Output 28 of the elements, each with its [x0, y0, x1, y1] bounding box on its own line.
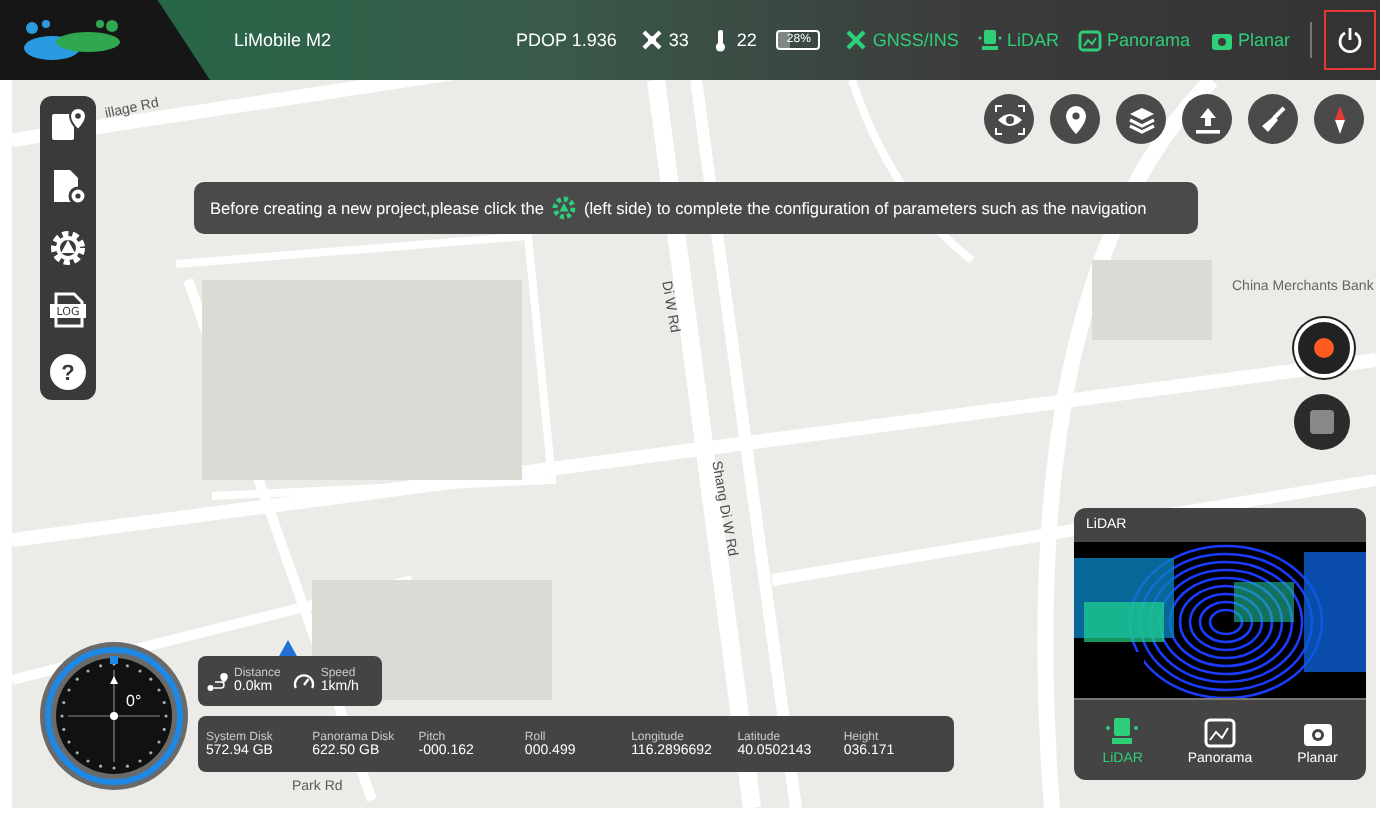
temperature-reading: 22 — [736, 30, 757, 50]
pdop-reading: PDOP 1.936 — [516, 30, 617, 50]
stop-button[interactable] — [1294, 394, 1350, 450]
route-icon — [206, 669, 230, 693]
record-button[interactable] — [1294, 318, 1354, 378]
device-name: LiMobile M2 — [234, 30, 332, 50]
sensor-status: LiDAR — [1006, 30, 1059, 50]
speedometer-icon — [292, 669, 317, 693]
notice-text: (left side) to complete the configuration of parameters such as the navigation — [583, 198, 1147, 218]
heading-reading: 0° — [126, 692, 142, 710]
map-drawing[interactable] — [12, 80, 1376, 808]
power-button[interactable] — [1324, 10, 1376, 70]
notice-text: Before creating a new project,please click the — [210, 198, 544, 218]
sensor-status: Planar — [1237, 30, 1290, 50]
scanner-icon — [1104, 715, 1141, 747]
file-settings-icon[interactable] — [48, 166, 88, 206]
camera-icon — [1209, 28, 1234, 52]
settings-icon — [551, 196, 576, 220]
power-icon[interactable] — [1336, 26, 1364, 54]
eye-scan-icon[interactable] — [991, 101, 1027, 137]
scanner-icon — [978, 28, 1003, 52]
sensor-status: Panorama — [1106, 30, 1190, 50]
settings-icon[interactable] — [48, 228, 88, 268]
sensor-status: GNSS/INS — [872, 30, 959, 50]
map-pin-icon[interactable] — [48, 104, 88, 144]
help-icon[interactable]: ? — [48, 352, 88, 392]
logo — [20, 14, 124, 66]
satellite-count: 33 — [668, 30, 689, 50]
